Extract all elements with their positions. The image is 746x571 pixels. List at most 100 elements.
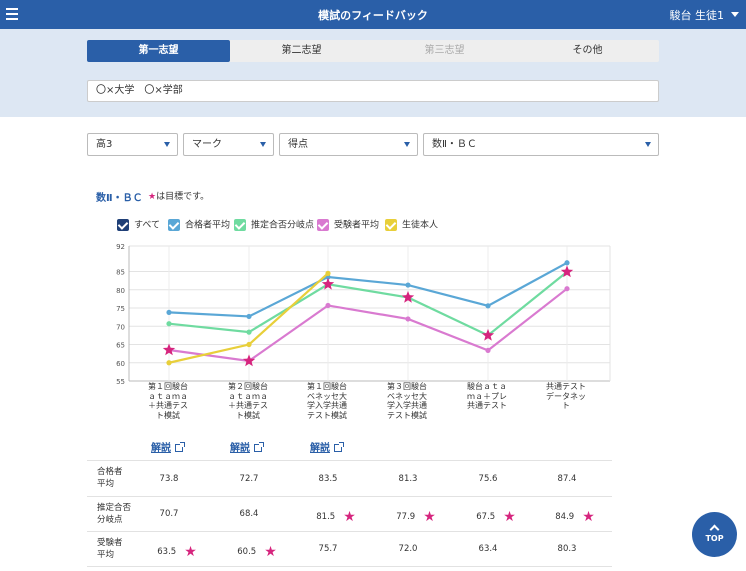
legend-label: 受験者平均: [334, 220, 380, 231]
table-cell: 72.7: [219, 474, 279, 484]
school-faculty-field[interactable]: 〇×大学 〇×学部: [87, 80, 659, 102]
explanation-link-label: 解説: [230, 443, 250, 454]
row-label: 合格者 平均: [97, 467, 123, 489]
page-title: 模試のフィードバック: [318, 9, 428, 22]
chevron-up-icon: [709, 524, 720, 535]
data-point: [564, 260, 570, 266]
tab-other[interactable]: その他: [516, 40, 659, 62]
cell-value: 70.7: [159, 509, 179, 519]
scroll-top-button[interactable]: TOP: [692, 512, 737, 557]
cell-value: 81.3: [398, 474, 418, 484]
exam-type-select[interactable]: マーク: [183, 133, 274, 156]
dropdown-arrow-icon: [164, 142, 170, 147]
y-tick-label: 80: [116, 287, 125, 295]
subject-select-value: 数Ⅱ・ＢＣ: [432, 139, 477, 150]
table-cell: 72.0: [378, 544, 438, 554]
y-tick-label: 92: [116, 243, 125, 251]
y-tick-label: 65: [116, 342, 125, 350]
cell-value: 72.0: [398, 544, 418, 554]
data-point: [325, 270, 331, 276]
row-label: 推定合否 分岐点: [97, 503, 132, 525]
explanation-link-label: 解説: [151, 443, 171, 454]
cell-value: 87.4: [557, 474, 577, 484]
legend-item-passer-average[interactable]: 合格者平均: [168, 219, 230, 233]
explanation-link[interactable]: 解説: [230, 439, 264, 454]
subject-select[interactable]: 数Ⅱ・ＢＣ: [423, 133, 659, 156]
data-point: [405, 316, 411, 322]
x-tick-label: 第３回駿台 ベネッセ大 学入学共通 テスト模試: [387, 382, 427, 420]
legend-item-estimated-cutoff[interactable]: 推定合否分岐点: [234, 219, 314, 233]
tab-first-choice[interactable]: 第一志望: [87, 40, 230, 62]
scroll-top-label: TOP: [705, 534, 724, 543]
external-link-icon: [175, 442, 185, 452]
table-cell: 60.5 ★: [227, 544, 287, 560]
cell-value: 83.5: [318, 474, 338, 484]
cell-value: 80.3: [557, 544, 577, 554]
x-tick-label: 共通テスト データネッ ト: [546, 382, 586, 410]
data-point: [246, 313, 252, 320]
grade-select[interactable]: 高3: [87, 133, 178, 156]
chevron-down-icon[interactable]: [731, 12, 739, 17]
target-note: ★は目標です。: [148, 189, 209, 202]
checkbox-checked-icon[interactable]: [385, 219, 397, 231]
table-cell: 87.4: [537, 474, 597, 484]
checkbox-checked-icon[interactable]: [117, 219, 129, 231]
table-cell: 84.9 ★: [545, 509, 605, 525]
subject-title: 数Ⅱ・ＢＣ: [96, 193, 143, 204]
target-star-icon: ★: [343, 509, 356, 525]
legend-label: 推定合否分岐点: [251, 220, 315, 231]
table-cell: 63.5 ★: [147, 544, 207, 560]
data-point: [246, 329, 252, 335]
data-point: [166, 321, 172, 327]
exam-type-select-value: マーク: [192, 139, 222, 150]
external-link-icon: [334, 442, 344, 452]
cell-value: 63.5: [157, 547, 177, 557]
table-cell: 70.7: [139, 509, 199, 519]
y-tick-label: 60: [116, 360, 125, 368]
target-star-icon: ★: [582, 509, 595, 525]
tab-second-choice[interactable]: 第二志望: [230, 40, 373, 62]
x-tick-label: 駿台ａｔａ ｍａ＋プレ 共通テスト: [467, 382, 507, 410]
row-label: 受験者 平均: [97, 538, 123, 560]
cell-value: 63.4: [478, 544, 498, 554]
y-tick-label: 75: [116, 305, 125, 313]
y-tick-label: 70: [116, 323, 125, 331]
checkbox-checked-icon[interactable]: [234, 219, 246, 231]
metric-select[interactable]: 得点: [279, 133, 418, 156]
cell-value: 60.5: [237, 547, 257, 557]
data-point: [166, 360, 172, 366]
dropdown-arrow-icon: [404, 142, 410, 147]
explanation-link[interactable]: 解説: [310, 439, 344, 454]
cell-value: 75.6: [478, 474, 498, 484]
table-cell: 67.5 ★: [466, 509, 526, 525]
y-tick-label: 85: [116, 269, 125, 277]
explanation-link-label: 解説: [310, 443, 330, 454]
table-cell: 63.4: [458, 544, 518, 554]
checkbox-checked-icon[interactable]: [317, 219, 329, 231]
data-point: [564, 286, 570, 292]
data-point: [485, 347, 491, 353]
table-cell: 81.3: [378, 474, 438, 484]
checkbox-checked-icon[interactable]: [168, 219, 180, 231]
table-cell: 77.9 ★: [386, 509, 446, 525]
cell-value: 67.5: [476, 512, 496, 522]
table-cell: 81.5 ★: [306, 509, 366, 525]
x-tick-label: 第２回駿台 ａｔａｍａ ＋共通テス ト模試: [228, 382, 268, 420]
data-point: [166, 309, 172, 316]
target-star-icon: ★: [184, 544, 197, 560]
dropdown-arrow-icon: [260, 142, 266, 147]
legend-item-all[interactable]: すべて: [117, 219, 160, 233]
app-header: 模試のフィードバック 駿台 生徒1: [0, 0, 746, 29]
explanation-link[interactable]: 解説: [151, 439, 185, 454]
legend-label: すべて: [134, 220, 161, 231]
legend-label: 生徒本人: [402, 220, 439, 231]
table-cell: 83.5: [298, 474, 358, 484]
table-cell: 75.6: [458, 474, 518, 484]
user-name[interactable]: 駿台 生徒1: [670, 7, 725, 23]
dropdown-arrow-icon: [645, 142, 651, 147]
grade-select-value: 高3: [96, 139, 113, 150]
legend-item-student[interactable]: 生徒本人: [385, 219, 438, 233]
legend-item-examinee-average[interactable]: 受験者平均: [317, 219, 379, 233]
target-star-icon: ★: [503, 509, 516, 525]
target-star-icon: ★: [264, 544, 277, 560]
